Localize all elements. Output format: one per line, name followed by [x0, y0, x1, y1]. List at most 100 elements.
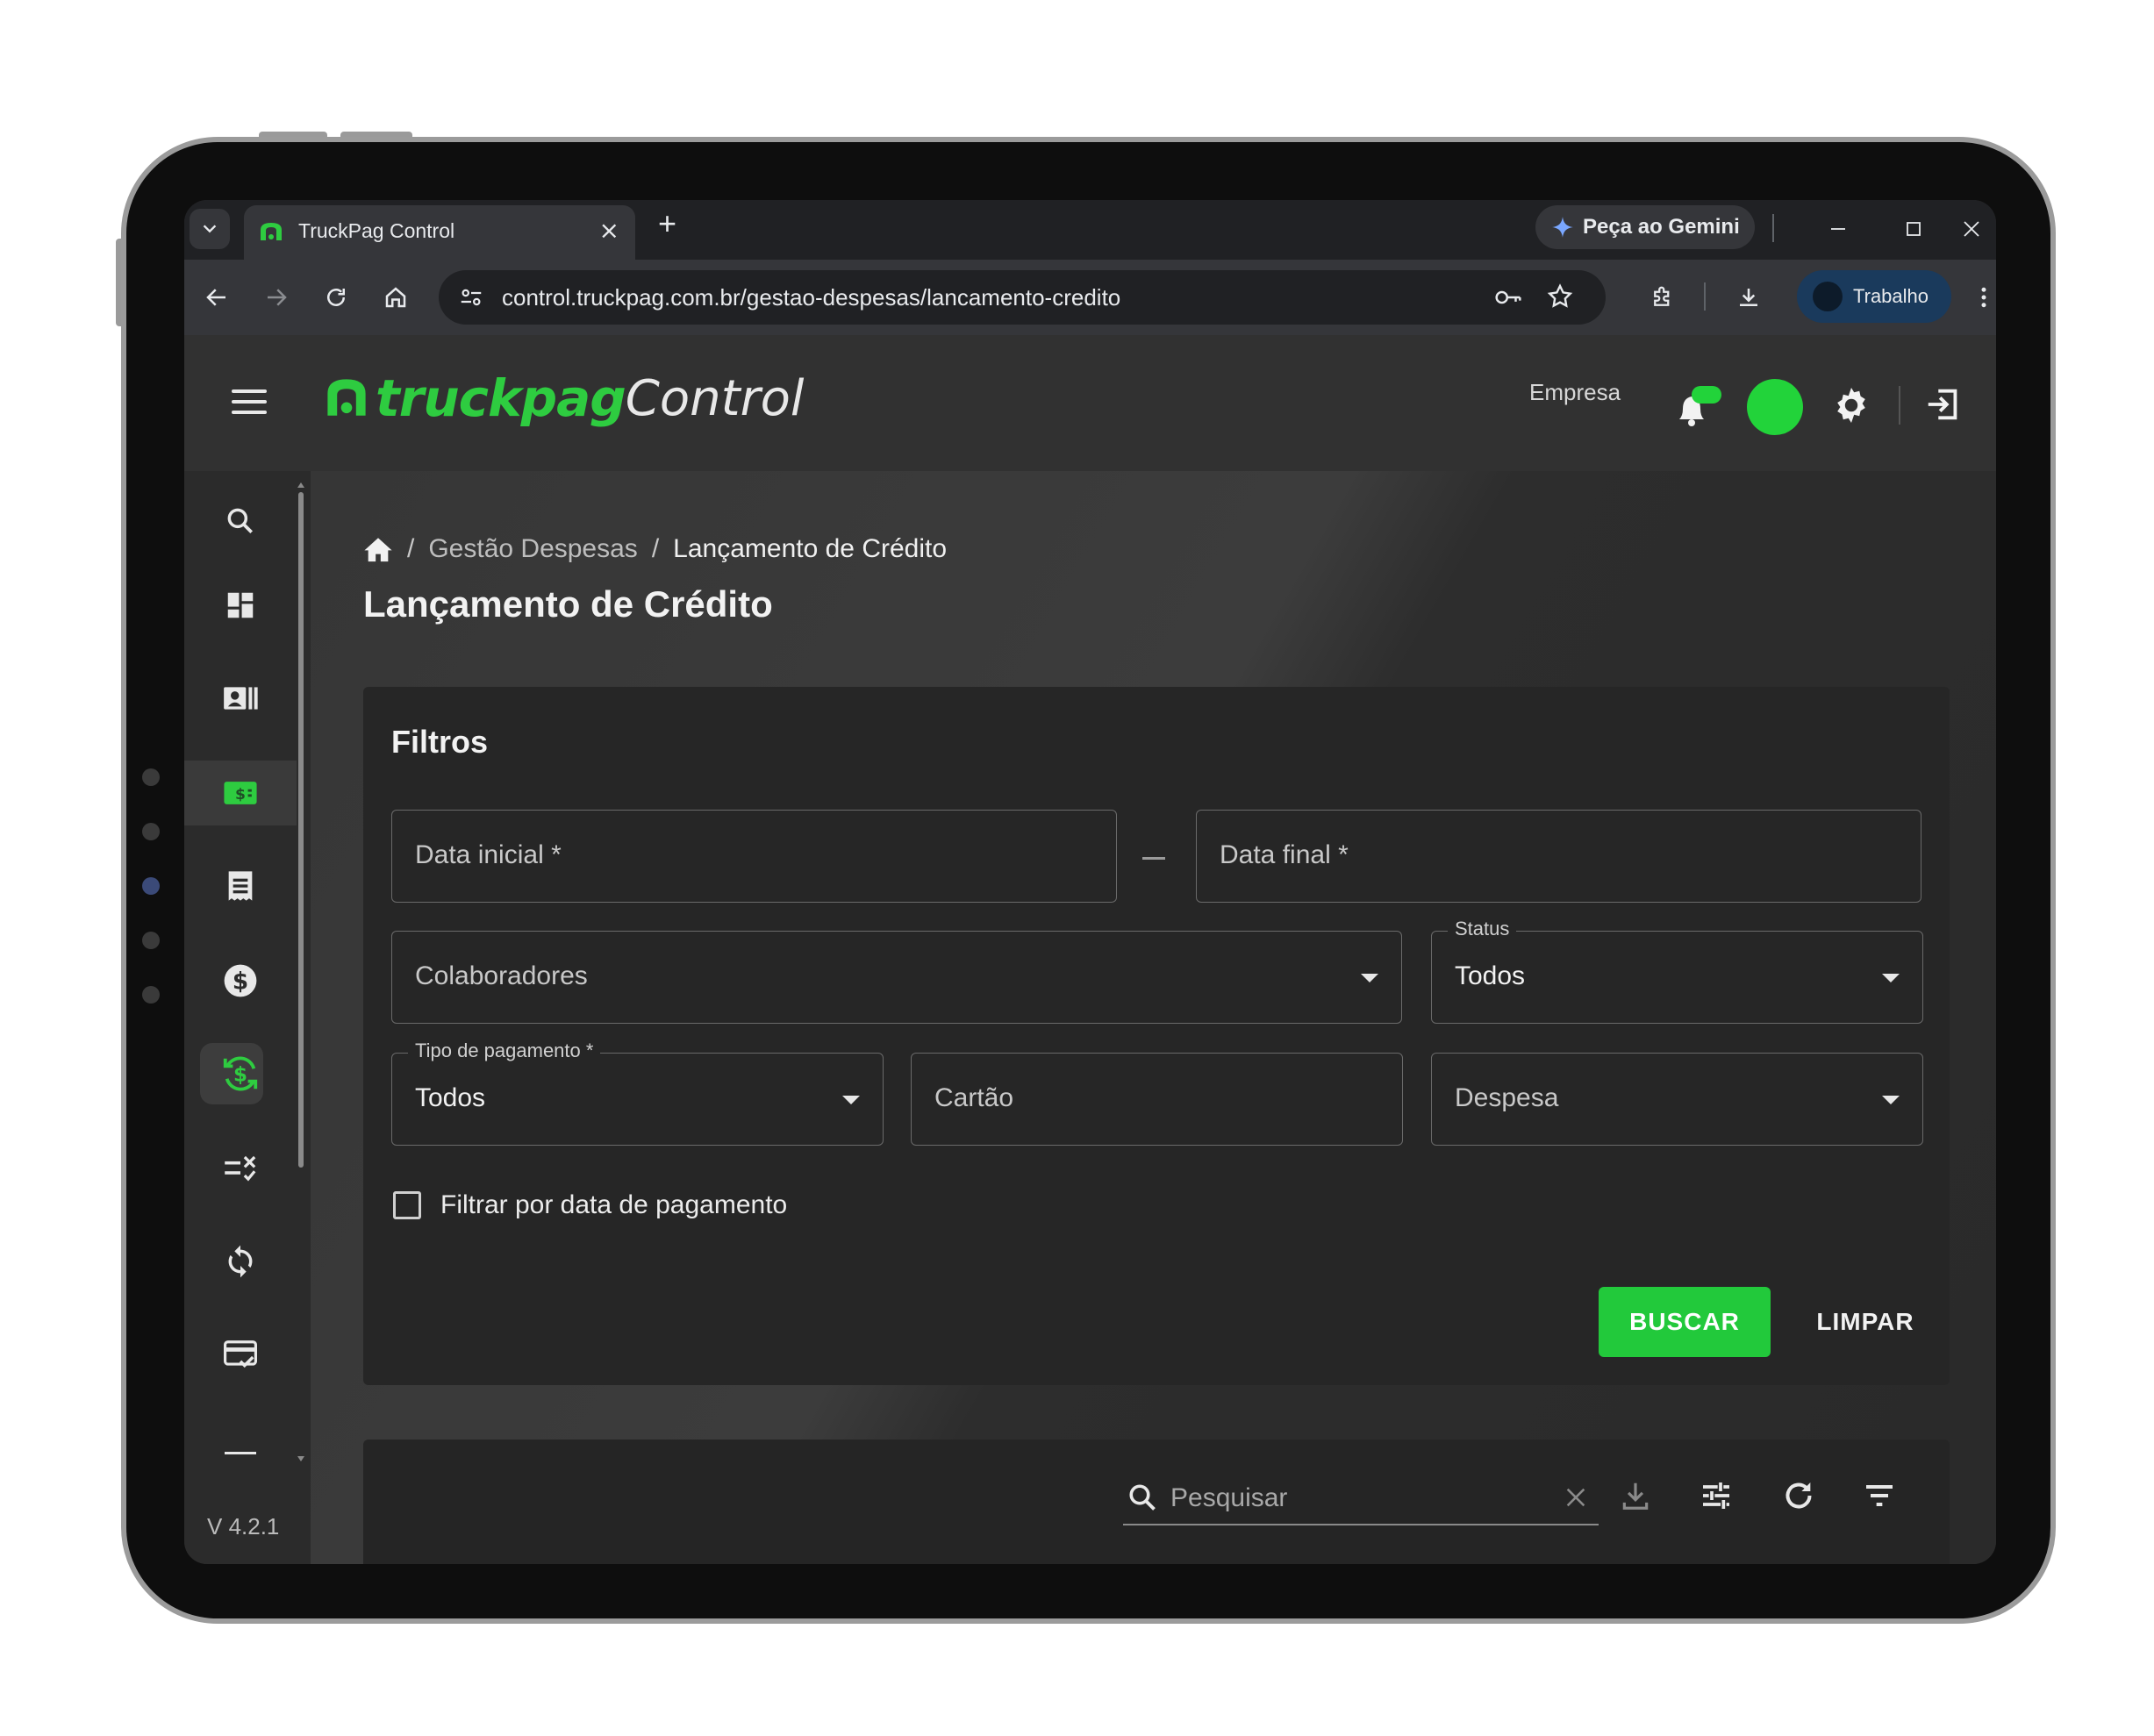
address-bar[interactable]: control.truckpag.com.br/gestao-despesas/… [439, 270, 1606, 325]
payment-type-label: Tipo de pagamento * [408, 1039, 601, 1062]
breadcrumb-section[interactable]: Gestão Despesas [428, 534, 637, 564]
card-placeholder: Cartão [934, 1083, 1014, 1112]
rules-icon [225, 1155, 256, 1182]
sidebar-item-expenses[interactable]: $ [184, 761, 297, 825]
sidebar-item-contacts[interactable] [184, 666, 297, 731]
sidebar-item-cards[interactable] [184, 1322, 297, 1387]
close-window-button[interactable] [1950, 209, 1993, 249]
scroll-down-icon[interactable] [297, 1455, 305, 1462]
search-input[interactable] [1169, 1478, 1549, 1518]
back-button[interactable] [200, 281, 233, 314]
end-date-field[interactable]: Data final * [1196, 810, 1921, 903]
maximize-button[interactable] [1892, 209, 1936, 249]
scroll-up-icon[interactable] [297, 482, 305, 489]
forward-button[interactable] [260, 281, 293, 314]
status-select[interactable]: Status Todos [1431, 918, 1923, 1024]
clear-search-icon[interactable] [1564, 1485, 1588, 1510]
logout-icon[interactable] [1923, 384, 1964, 425]
credit-icon: $ [223, 1056, 258, 1091]
tab-close-icon[interactable]: × [599, 216, 619, 245]
window-separator [1772, 214, 1774, 242]
search-button[interactable]: BUSCAR [1599, 1287, 1771, 1357]
reload-button[interactable] [319, 281, 353, 314]
status-label: Status [1448, 918, 1517, 940]
dashboard-icon [227, 592, 254, 618]
payment-type-value: Todos [415, 1083, 486, 1112]
profile-label: Trabalho [1853, 285, 1929, 307]
payment-date-checkbox-label[interactable]: Filtrar por data de pagamento [440, 1190, 787, 1220]
sidebar-item-dashboard[interactable] [184, 573, 297, 638]
gear-icon[interactable] [1830, 384, 1872, 426]
payment-type-select[interactable]: Tipo de pagamento * Todos [391, 1039, 884, 1146]
export-button[interactable] [1614, 1475, 1657, 1517]
sidebar-item-search[interactable] [184, 489, 297, 554]
sidebar-scroll-thumb[interactable] [298, 492, 304, 1168]
company-selector[interactable]: Empresa [1529, 379, 1621, 406]
site-settings-icon[interactable] [458, 284, 484, 311]
start-date-placeholder: Data inicial * [415, 840, 562, 869]
payment-date-filter: Filtrar por data de pagamento [393, 1190, 787, 1220]
close-icon [1964, 221, 1979, 237]
dollar-icon: $ [224, 964, 257, 997]
tablet-sensor [142, 823, 160, 840]
sidebar-next-item-partial [225, 1452, 256, 1454]
search-icon [227, 508, 254, 534]
tab-title: TruckPag Control [298, 219, 455, 242]
clear-button[interactable]: LIMPAR [1795, 1287, 1936, 1357]
sidebar-item-sync[interactable] [184, 1229, 297, 1294]
filter-button[interactable] [1858, 1475, 1900, 1517]
collaborators-select[interactable]: Colaboradores [391, 931, 1402, 1024]
home-button[interactable] [379, 281, 412, 314]
url-text: control.truckpag.com.br/gestao-despesas/… [502, 284, 1121, 311]
app-header: truckpag Control Empresa [184, 335, 1996, 471]
svg-text:$: $ [235, 786, 246, 804]
notification-bell-icon[interactable] [1671, 377, 1727, 433]
tab-search-button[interactable] [190, 209, 230, 249]
home-icon[interactable] [363, 535, 393, 563]
chevron-down-icon [203, 225, 217, 233]
status-value: Todos [1455, 961, 1526, 990]
browser-menu-button[interactable] [1967, 281, 1996, 314]
browser-toolbar: control.truckpag.com.br/gestao-despesas/… [184, 260, 1996, 335]
page-title: Lançamento de Crédito [363, 583, 773, 625]
sidebar-scrollbar[interactable] [297, 482, 305, 1461]
menu-toggle-button[interactable] [232, 389, 267, 416]
extensions-button[interactable] [1646, 281, 1679, 314]
logo-brand: truckpag [376, 368, 626, 428]
profile-button[interactable]: Trabalho [1797, 270, 1951, 323]
contacts-icon [224, 687, 258, 710]
chevron-down-icon [1882, 974, 1900, 982]
sidebar: $ $ $ V 4.2.1 [184, 471, 311, 1564]
chevron-down-icon [1882, 1096, 1900, 1104]
browser-tab[interactable]: TruckPag Control × [244, 205, 635, 260]
key-icon[interactable] [1493, 284, 1523, 311]
download-icon [1740, 289, 1757, 306]
new-tab-button[interactable]: + [658, 205, 676, 242]
download-icon [1622, 1482, 1649, 1510]
downloads-button[interactable] [1732, 281, 1765, 314]
app-logo[interactable]: truckpag Control [323, 368, 804, 428]
sync-icon [228, 1245, 253, 1278]
sidebar-item-receipts[interactable] [184, 854, 297, 918]
minimize-button[interactable] [1816, 209, 1860, 249]
sidebar-item-rules[interactable] [184, 1136, 297, 1201]
avatar [1813, 282, 1843, 311]
tablet-sensor [142, 768, 160, 786]
puzzle-icon [1654, 286, 1670, 306]
refresh-button[interactable] [1778, 1475, 1820, 1517]
sidebar-item-credit[interactable]: $ [184, 1041, 297, 1106]
expense-select[interactable]: Despesa [1431, 1053, 1923, 1146]
payment-date-checkbox[interactable] [393, 1191, 421, 1219]
status-indicator [1747, 379, 1803, 435]
gemini-button[interactable]: Peça ao Gemini [1535, 205, 1755, 249]
reload-icon [327, 289, 345, 306]
tablet-sensor [142, 986, 160, 1004]
filters-card: Filtros Data inicial * Data final * Cola… [363, 687, 1950, 1385]
star-icon[interactable] [1546, 282, 1574, 311]
card-field[interactable]: Cartão [911, 1053, 1403, 1146]
collaborators-placeholder: Colaboradores [415, 961, 588, 990]
results-card [363, 1440, 1950, 1564]
sidebar-item-payments[interactable]: $ [184, 948, 297, 1013]
start-date-field[interactable]: Data inicial * [391, 810, 1117, 903]
columns-button[interactable] [1695, 1475, 1737, 1517]
